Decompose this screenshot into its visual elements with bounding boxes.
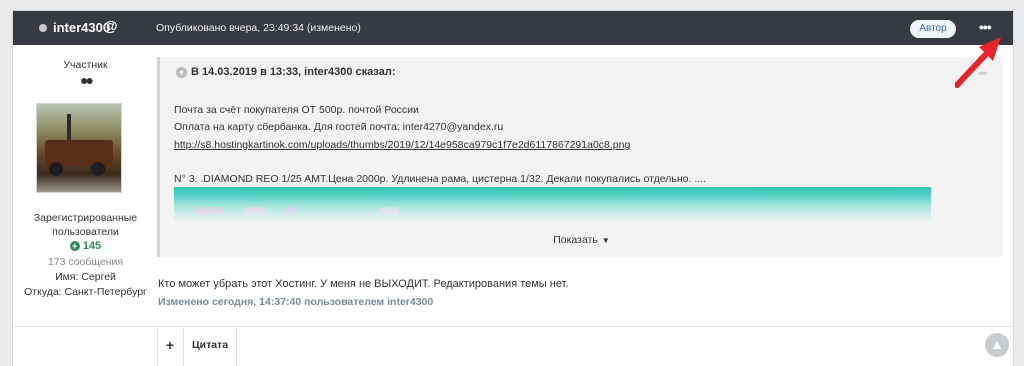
collapse-chevron-icon[interactable]: ▾ bbox=[176, 66, 187, 78]
annotation-arrow-icon bbox=[955, 37, 1001, 88]
post-header-bar: inter4300 @ Опубликовано вчера, 23:49:34… bbox=[13, 11, 1013, 45]
quote-header: ▾ В 14.03.2019 в 13:33, inter4300 сказал: bbox=[176, 66, 396, 78]
post-card: inter4300 @ Опубликовано вчера, 23:49:34… bbox=[12, 10, 1014, 366]
divider bbox=[236, 327, 237, 366]
caret-down-icon: ▼ bbox=[601, 236, 610, 245]
multiquote-plus-button[interactable]: + bbox=[157, 327, 183, 366]
author-username-link[interactable]: inter4300 bbox=[53, 20, 110, 35]
rank-dots-icon: ●● bbox=[80, 72, 94, 88]
mention-at-icon[interactable]: @ bbox=[103, 18, 118, 35]
quote-line: Оплата на карту сбербанка. Для гостей по… bbox=[174, 121, 504, 133]
avatar-truck-wheel bbox=[91, 162, 105, 176]
quote-block: ▾ В 14.03.2019 в 13:33, inter4300 сказал:… bbox=[157, 57, 1003, 257]
member-group-line2: пользователи bbox=[52, 226, 119, 238]
online-status-icon bbox=[39, 24, 47, 32]
quote-button[interactable]: Цитата bbox=[184, 327, 236, 366]
member-group-line1: Зарегистрированные bbox=[33, 212, 138, 224]
scroll-to-top-icon[interactable]: ▲ bbox=[985, 333, 1009, 357]
avatar[interactable] bbox=[36, 103, 122, 193]
reputation-value: 145 bbox=[82, 240, 102, 252]
published-timestamp[interactable]: Опубликовано вчера, 23:49:34 (изменено) bbox=[156, 22, 361, 34]
quote-fade-overlay bbox=[160, 197, 1003, 227]
avatar-truck-wheel bbox=[49, 162, 63, 176]
show-more-button[interactable]: Показать ▼ bbox=[160, 234, 1003, 246]
reputation-badge[interactable]: +145 bbox=[13, 240, 158, 252]
author-badge: Автор bbox=[910, 20, 956, 38]
quote-citation: В 14.03.2019 в 13:33, inter4300 сказал: bbox=[191, 66, 396, 78]
edited-note: Изменено сегодня, 14:37:40 пользователем… bbox=[158, 296, 434, 308]
show-more-label: Показать bbox=[553, 234, 598, 246]
post-text: Кто может убрать этот Хостинг. У меня не… bbox=[158, 278, 569, 290]
reputation-plus-icon: + bbox=[69, 241, 80, 252]
profile-city-field: Откуда: Санкт-Петербург bbox=[24, 286, 147, 298]
post-footer: + Цитата ▲ bbox=[13, 326, 1013, 366]
member-role: Участник bbox=[63, 59, 108, 71]
avatar-truck-stack bbox=[67, 114, 71, 142]
posts-count: 173 сообщения bbox=[47, 256, 124, 268]
quote-line: N° 3. .DIAMOND REO 1/25 AMT.Цена 2000р. … bbox=[174, 173, 706, 185]
profile-name-field: Имя: Сергей bbox=[55, 271, 116, 283]
quote-image-link[interactable]: http://s8.hostingkartinok.com/uploads/th… bbox=[174, 139, 630, 151]
member-group: Зарегистрированные пользователи bbox=[13, 211, 158, 239]
quote-line: Почта за счёт покупателя ОТ 500р. почтой… bbox=[174, 104, 419, 116]
